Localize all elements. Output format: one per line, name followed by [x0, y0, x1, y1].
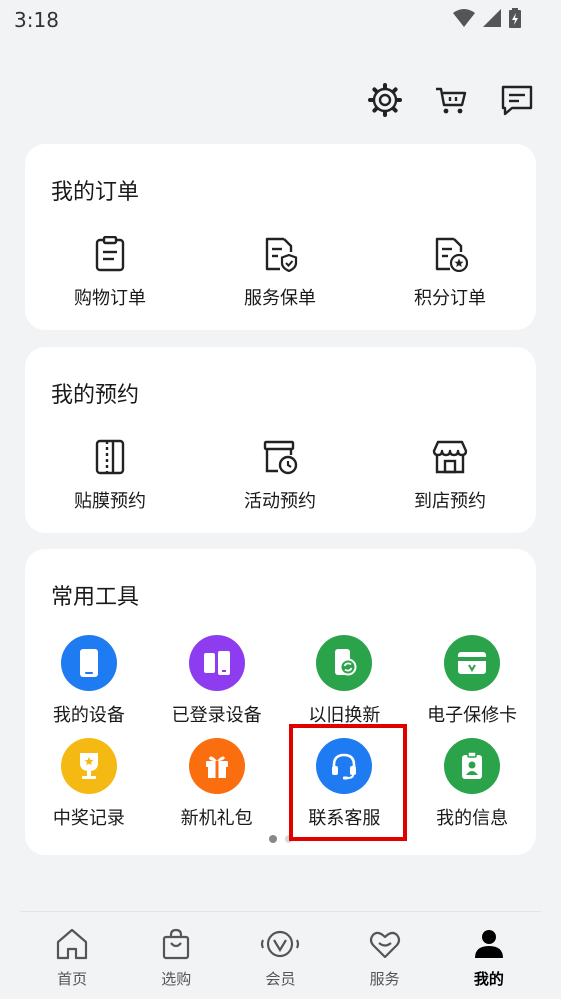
- home-icon: [55, 928, 89, 964]
- calendar-clock-icon: [260, 437, 300, 477]
- tool-new-phone-gift-label: 新机礼包: [180, 808, 253, 829]
- tool-warranty-card-label: 电子保修卡: [427, 705, 518, 726]
- member-icon: [260, 928, 300, 964]
- tab-home[interactable]: 首页: [20, 912, 124, 999]
- reservations-items: 贴膜预约 活动预约 到店预约: [25, 437, 536, 513]
- tool-trade-in[interactable]: 以旧换新: [281, 635, 409, 738]
- shield-document-icon: [260, 234, 300, 274]
- order-shopping-label: 购物订单: [74, 288, 146, 309]
- tool-warranty-card[interactable]: 电子保修卡: [408, 635, 536, 738]
- orders-items: 购物订单 服务保单 积分订单: [25, 234, 536, 310]
- phone-film-icon: [90, 437, 130, 477]
- tab-shop[interactable]: 选购: [124, 912, 228, 999]
- message-icon: [500, 83, 534, 121]
- reservation-film-item[interactable]: 贴膜预约: [25, 437, 195, 513]
- tool-logged-devices[interactable]: 已登录设备: [153, 635, 281, 738]
- orders-card: 我的订单 购物订单 服务保单 积分订单: [25, 144, 536, 330]
- reservation-event-item[interactable]: 活动预约: [195, 437, 365, 513]
- tab-service[interactable]: 服务: [333, 912, 437, 999]
- order-service-label: 服务保单: [244, 288, 316, 309]
- tool-my-device[interactable]: 我的设备: [25, 635, 153, 738]
- badge-icon: [444, 738, 501, 794]
- order-points-item[interactable]: 积分订单: [365, 234, 535, 310]
- status-bar: 3:18: [0, 0, 561, 40]
- tools-title: 常用工具: [51, 585, 140, 610]
- tools-grid: 我的设备 已登录设备 以旧换新 电子保修卡 中奖记录 新机礼包 联系客服 我的信…: [25, 635, 536, 841]
- tool-my-info-label: 我的信息: [436, 808, 509, 829]
- tool-logged-devices-label: 已登录设备: [171, 705, 262, 726]
- wifi-icon: [453, 9, 475, 31]
- tool-prize-records-label: 中奖记录: [52, 808, 125, 829]
- tab-me-label: 我的: [473, 970, 504, 988]
- order-service-item[interactable]: 服务保单: [195, 234, 365, 310]
- status-time: 3:18: [14, 8, 59, 32]
- tab-member[interactable]: 会员: [228, 912, 332, 999]
- signal-icon: [483, 9, 501, 31]
- settings-button[interactable]: [367, 83, 403, 121]
- reservation-store-item[interactable]: 到店预约: [365, 437, 535, 513]
- top-actions: [367, 83, 535, 121]
- reservation-film-label: 贴膜预约: [74, 491, 146, 512]
- tab-home-label: 首页: [57, 970, 88, 988]
- tools-card: 常用工具 我的设备 已登录设备 以旧换新 电子保修卡 中奖记录 新机礼包 联系客…: [25, 549, 536, 855]
- warranty-card-icon: [444, 635, 501, 691]
- tools-row-2: 中奖记录 新机礼包 联系客服 我的信息: [25, 738, 536, 841]
- heart-icon: [368, 928, 402, 964]
- phone-exchange-icon: [316, 635, 373, 691]
- highlight-box: [289, 724, 407, 841]
- shopping-bag-icon: [160, 928, 192, 964]
- tab-member-label: 会员: [265, 970, 296, 988]
- battery-charging-icon: [509, 8, 521, 32]
- reservations-card: 我的预约 贴膜预约 活动预约 到店预约: [25, 347, 536, 533]
- status-icons: [453, 8, 521, 32]
- bottom-tab-bar: 首页 选购 会员 服务 我的: [20, 911, 541, 999]
- orders-title: 我的订单: [51, 180, 140, 205]
- clipboard-icon: [90, 234, 130, 274]
- devices-icon: [188, 635, 245, 691]
- device-icon: [60, 635, 117, 691]
- gear-icon: [368, 83, 402, 121]
- trophy-icon: [60, 738, 117, 794]
- reservation-event-label: 活动预约: [244, 491, 316, 512]
- tools-row-1: 我的设备 已登录设备 以旧换新 电子保修卡: [25, 635, 536, 738]
- order-points-label: 积分订单: [414, 288, 486, 309]
- tool-new-phone-gift[interactable]: 新机礼包: [153, 738, 281, 841]
- order-shopping-item[interactable]: 购物订单: [25, 234, 195, 310]
- gift-icon: [188, 738, 245, 794]
- reservation-store-label: 到店预约: [414, 491, 486, 512]
- person-icon: [473, 928, 505, 964]
- tab-shop-label: 选购: [161, 970, 192, 988]
- reservations-title: 我的预约: [51, 383, 140, 408]
- tab-me[interactable]: 我的: [437, 912, 541, 999]
- tab-service-label: 服务: [369, 970, 400, 988]
- cart-button[interactable]: [433, 84, 469, 120]
- page-dot-1[interactable]: [269, 835, 277, 843]
- messages-button[interactable]: [499, 84, 535, 120]
- star-document-icon: [430, 234, 470, 274]
- tool-my-device-label: 我的设备: [52, 705, 125, 726]
- cart-icon: [434, 83, 468, 121]
- store-icon: [430, 437, 470, 477]
- tool-prize-records[interactable]: 中奖记录: [25, 738, 153, 841]
- tool-my-info[interactable]: 我的信息: [408, 738, 536, 841]
